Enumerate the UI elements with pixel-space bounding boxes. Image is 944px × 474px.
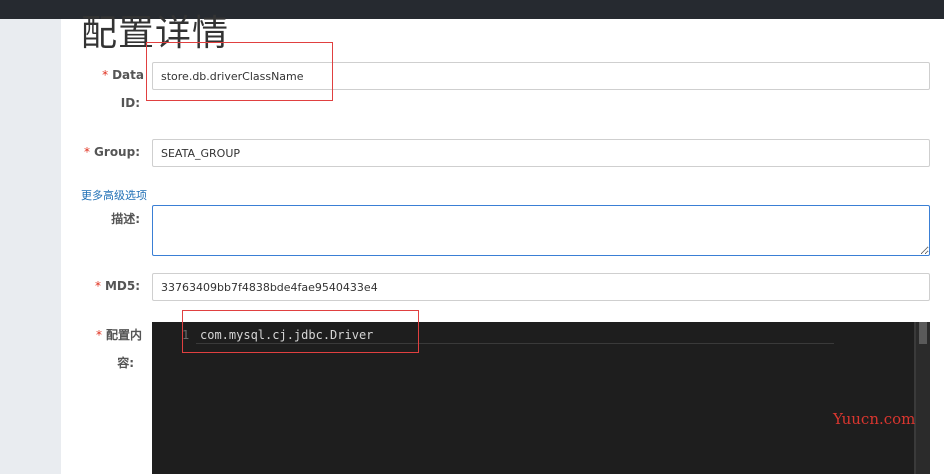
description-textarea[interactable] (152, 205, 930, 256)
group-input[interactable] (152, 139, 930, 167)
content-label: * 配置内 (84, 322, 142, 349)
md5-label: * MD5: (90, 273, 140, 300)
data-id-label-line2: ID: (120, 96, 140, 110)
required-mark: * (94, 279, 101, 293)
data-id-label-line1: Data (112, 68, 144, 82)
required-mark: * (102, 68, 109, 82)
content-label-line2: 容: (117, 356, 134, 370)
advanced-options-link[interactable]: 更多高级选项 (81, 188, 147, 204)
md5-label-text: MD5: (104, 279, 140, 293)
editor-scrollbar[interactable] (916, 322, 930, 474)
content-label-line1: 配置内 (105, 328, 142, 342)
left-sidebar-strip (0, 19, 61, 474)
required-mark: * (95, 328, 102, 342)
group-label-text: Group: (94, 145, 140, 159)
md5-input[interactable] (152, 273, 930, 301)
data-id-label: * Data (96, 62, 144, 89)
annotation-box-code (182, 310, 419, 353)
annotation-box-data-id (146, 42, 333, 101)
editor-scrollbar-thumb[interactable] (919, 322, 927, 344)
group-label: * Group: (82, 139, 140, 166)
description-label: 描述: (111, 212, 140, 226)
watermark: Yuucn.com (833, 410, 916, 428)
required-mark: * (84, 145, 91, 159)
